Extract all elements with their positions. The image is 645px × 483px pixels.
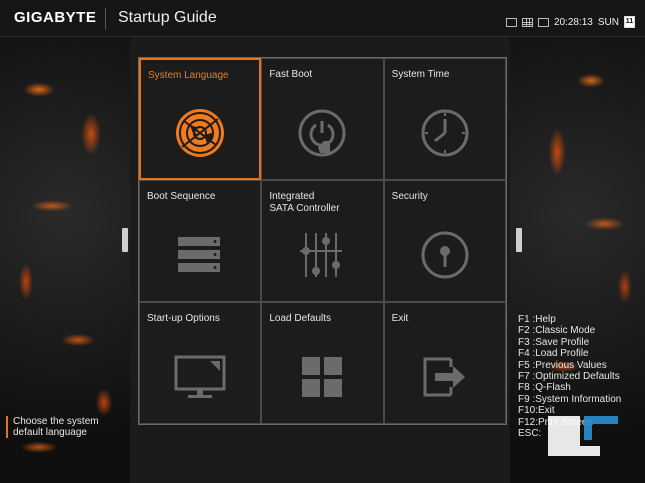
clock-day: SUN (597, 16, 619, 28)
header-status: 20:28:13 SUN 11 (505, 16, 635, 28)
item-description: Choose the system default language (6, 416, 128, 438)
tile-label: System Language (148, 70, 229, 81)
tile-label: Exit (391, 313, 409, 324)
tile-label: System Time (391, 69, 450, 80)
watermark-logo (548, 416, 618, 456)
scroll-right-handle[interactable] (516, 228, 522, 252)
grid-icon (302, 357, 343, 398)
fkey-previous-values: F5 :Previous Values (518, 359, 607, 371)
tile-fast-boot[interactable]: Fast Boot (261, 58, 384, 180)
fkey-save-profile: F3 :Save Profile (518, 336, 590, 348)
tile-label: Integrated SATA Controller (269, 191, 340, 214)
fkey-system-information: F9 :System Information (518, 393, 622, 405)
clock-time: 20:28:13 (553, 16, 593, 28)
calendar-icon[interactable]: 11 (624, 16, 635, 28)
brand-logo: GIGABYTE (14, 9, 97, 26)
tile-label: Security (391, 191, 428, 202)
tile-security[interactable]: Security (383, 180, 506, 302)
exit-icon (423, 357, 465, 397)
screen-icon[interactable] (537, 17, 549, 27)
header-divider (105, 8, 106, 30)
tile-load-defaults[interactable]: Load Defaults (261, 302, 384, 424)
tile-label: Fast Boot (269, 69, 313, 80)
window-icon[interactable] (505, 17, 517, 27)
tile-label: Load Defaults (269, 313, 332, 324)
tile-label: Boot Sequence (147, 191, 216, 202)
scroll-left-handle[interactable] (122, 228, 128, 252)
fkey-help: F1 :Help (518, 314, 556, 325)
startup-guide-grid: System Language Fast Boot System Time Bo… (138, 57, 507, 425)
header-bar: GIGABYTE Startup Guide 20:28:13 SUN 11 (0, 0, 645, 37)
clock-icon (421, 109, 469, 157)
globe-icon (176, 109, 225, 158)
power-icon (298, 109, 346, 157)
tile-system-language[interactable]: System Language (139, 58, 262, 180)
keyhole-icon (421, 231, 469, 279)
fkey-load-profile: F4 :Load Profile (518, 348, 589, 360)
monitor-icon (174, 355, 226, 399)
tile-boot-sequence[interactable]: Boot Sequence (139, 180, 262, 302)
tile-startup-options[interactable]: Start-up Options (139, 302, 262, 424)
fkey-classic-mode: F2 :Classic Mode (518, 325, 596, 337)
tile-system-time[interactable]: System Time (383, 58, 506, 180)
fkey-q-flash: F8 :Q-Flash (518, 382, 571, 394)
tile-exit[interactable]: Exit (383, 302, 506, 424)
keyboard-icon[interactable] (521, 17, 533, 27)
drives-icon (178, 237, 221, 273)
tile-sata-controller[interactable]: Integrated SATA Controller (261, 180, 384, 302)
tile-label: Start-up Options (147, 313, 220, 324)
sliders-icon (300, 233, 343, 278)
fkey-optimized-defaults: F7 :Optimized Defaults (518, 371, 620, 383)
page-title: Startup Guide (118, 9, 217, 26)
